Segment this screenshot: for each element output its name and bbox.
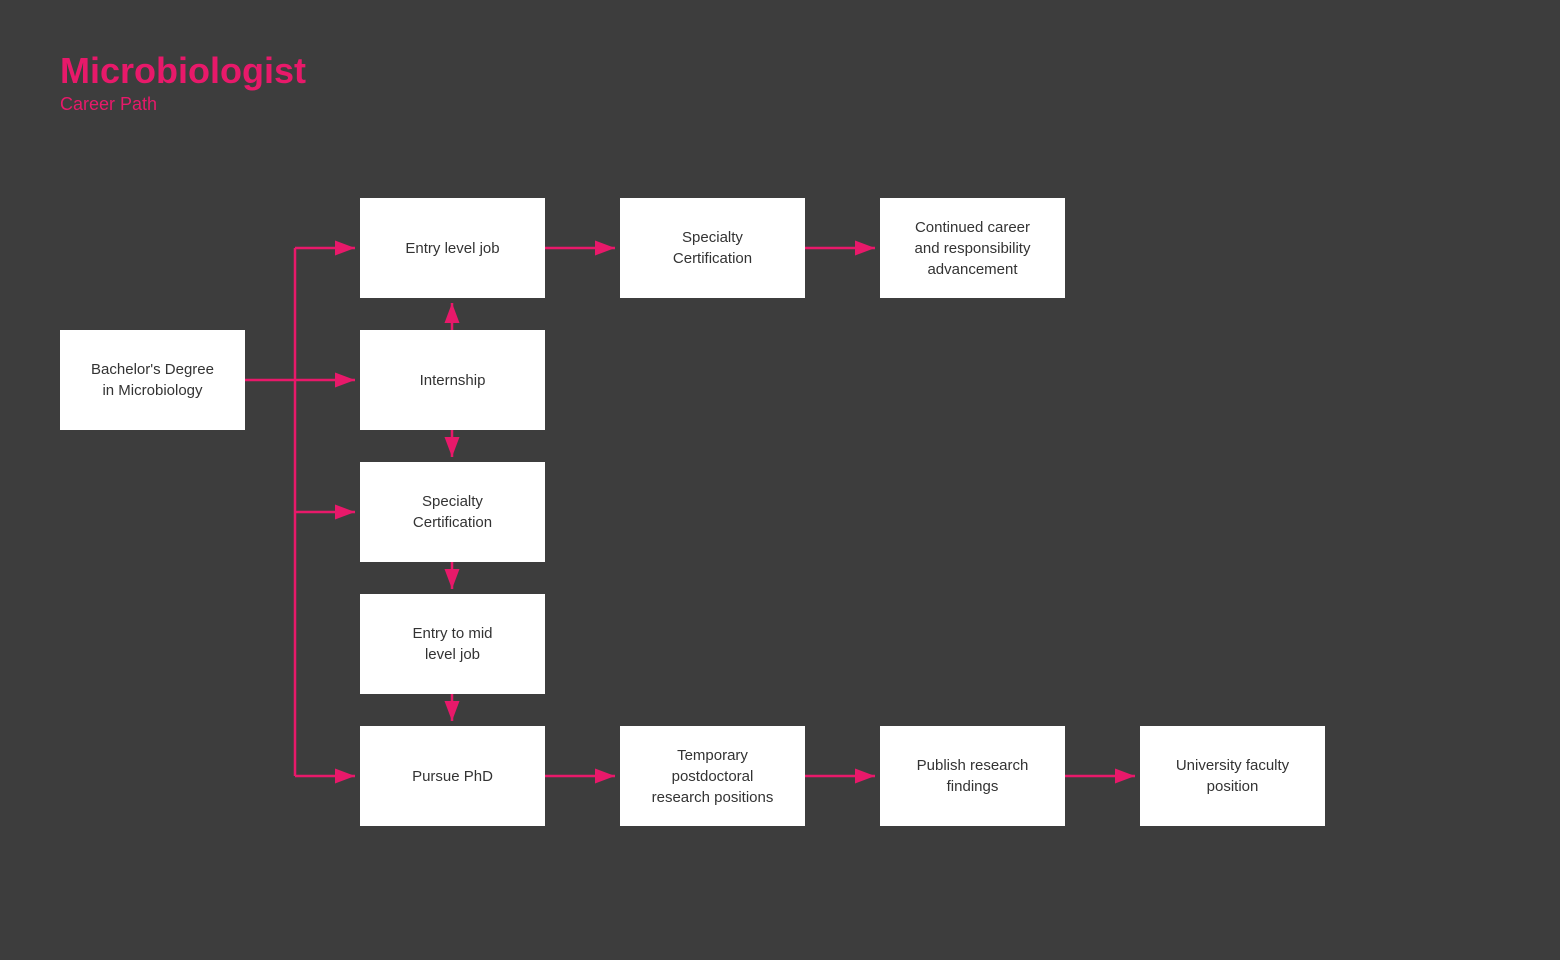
box-label-pursue-phd: Pursue PhD bbox=[412, 766, 493, 787]
box-label-university-faculty: University faculty position bbox=[1176, 755, 1289, 797]
box-internship: Internship bbox=[360, 330, 545, 430]
box-label-entry-mid-job: Entry to mid level job bbox=[412, 623, 492, 665]
box-label-internship: Internship bbox=[420, 370, 486, 391]
box-specialty-cert-1: Specialty Certification bbox=[360, 462, 545, 562]
box-pursue-phd: Pursue PhD bbox=[360, 726, 545, 826]
box-specialty-cert-2: Specialty Certification bbox=[620, 198, 805, 298]
box-label-entry-level-job: Entry level job bbox=[405, 238, 499, 259]
box-continued-career: Continued career and responsibility adva… bbox=[880, 198, 1065, 298]
box-label-bachelors: Bachelor's Degree in Microbiology bbox=[91, 359, 214, 401]
box-label-specialty-cert-1: Specialty Certification bbox=[413, 491, 492, 533]
flowchart: Bachelor's Degree in Microbiology Entry l… bbox=[0, 0, 1560, 960]
box-label-temp-postdoc: Temporary postdoctoral research position… bbox=[652, 745, 774, 808]
box-label-specialty-cert-2: Specialty Certification bbox=[673, 227, 752, 269]
box-label-continued-career: Continued career and responsibility adva… bbox=[915, 217, 1031, 280]
box-bachelors: Bachelor's Degree in Microbiology bbox=[60, 330, 245, 430]
box-temp-postdoc: Temporary postdoctoral research position… bbox=[620, 726, 805, 826]
box-university-faculty: University faculty position bbox=[1140, 726, 1325, 826]
box-label-publish-research: Publish research findings bbox=[917, 755, 1029, 797]
box-entry-level-job: Entry level job bbox=[360, 198, 545, 298]
box-entry-mid-job: Entry to mid level job bbox=[360, 594, 545, 694]
box-publish-research: Publish research findings bbox=[880, 726, 1065, 826]
